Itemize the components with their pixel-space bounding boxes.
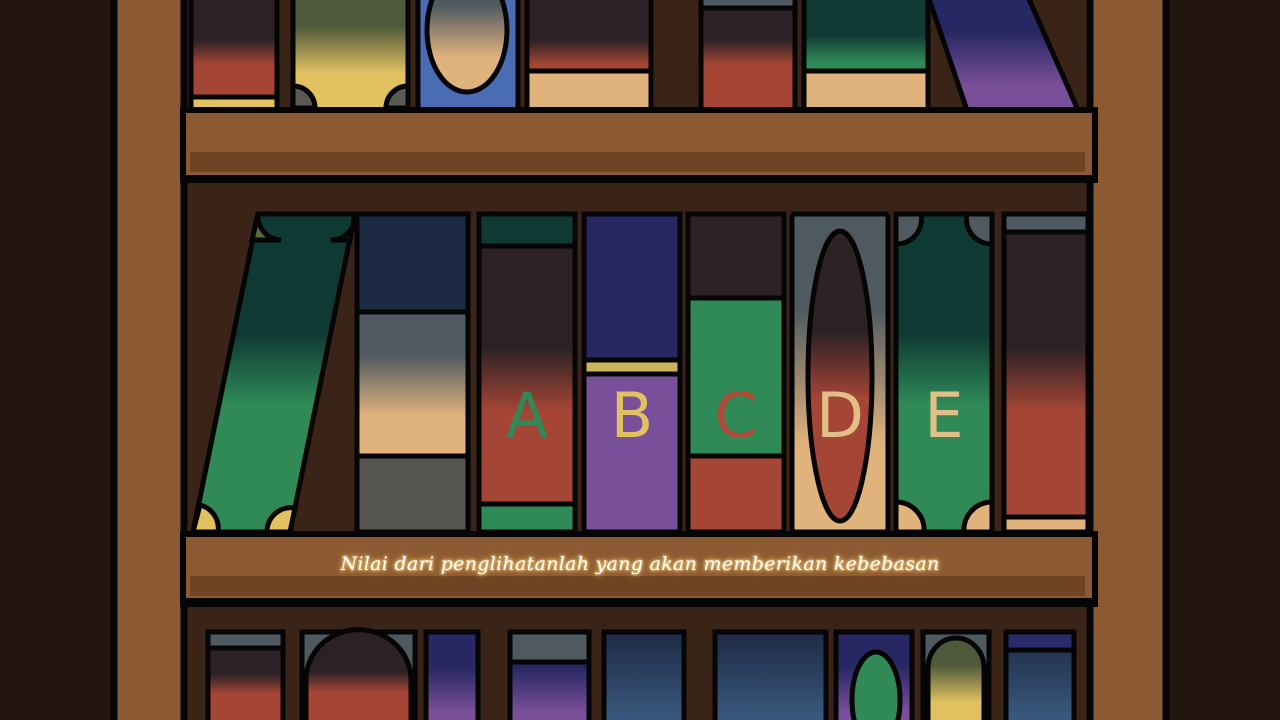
- bookshelf-left-post: [110, 0, 188, 720]
- puzzle-book-a[interactable]: [476, 211, 578, 535]
- top-book-6: [801, 0, 931, 113]
- bottom-book-7: [833, 629, 915, 720]
- wall-left: [0, 0, 112, 720]
- bottom-book-6: [712, 629, 829, 720]
- puzzle-book-d[interactable]: [789, 211, 891, 535]
- puzzle-book-b[interactable]: [581, 211, 683, 535]
- book-navy-tan-gray: [354, 211, 471, 535]
- top-book-4: [524, 0, 654, 113]
- bottom-shelf-books: [205, 627, 1077, 720]
- top-book-3: [415, 0, 521, 113]
- book-dark-red-tall: [1001, 211, 1091, 535]
- shelf-plank-middle: [180, 531, 1098, 607]
- bookshelf-scene: A B C D E: [0, 0, 1280, 720]
- bottom-book-4: [507, 629, 592, 720]
- puzzle-book-c[interactable]: [685, 211, 787, 535]
- top-book-5: [698, 0, 798, 113]
- top-book-2: [290, 0, 411, 113]
- puzzle-book-e[interactable]: [893, 211, 995, 535]
- top-book-1: [188, 0, 280, 113]
- shelf-plank-top: [180, 107, 1098, 183]
- bottom-book-2: [299, 627, 418, 720]
- bottom-book-1: [205, 629, 286, 720]
- bookshelf-right-post: [1086, 0, 1170, 720]
- bottom-book-3: [423, 629, 481, 720]
- wall-right: [1170, 0, 1280, 720]
- bottom-book-9: [1003, 629, 1077, 720]
- bottom-book-8: [920, 629, 992, 720]
- bottom-book-5: [601, 629, 687, 720]
